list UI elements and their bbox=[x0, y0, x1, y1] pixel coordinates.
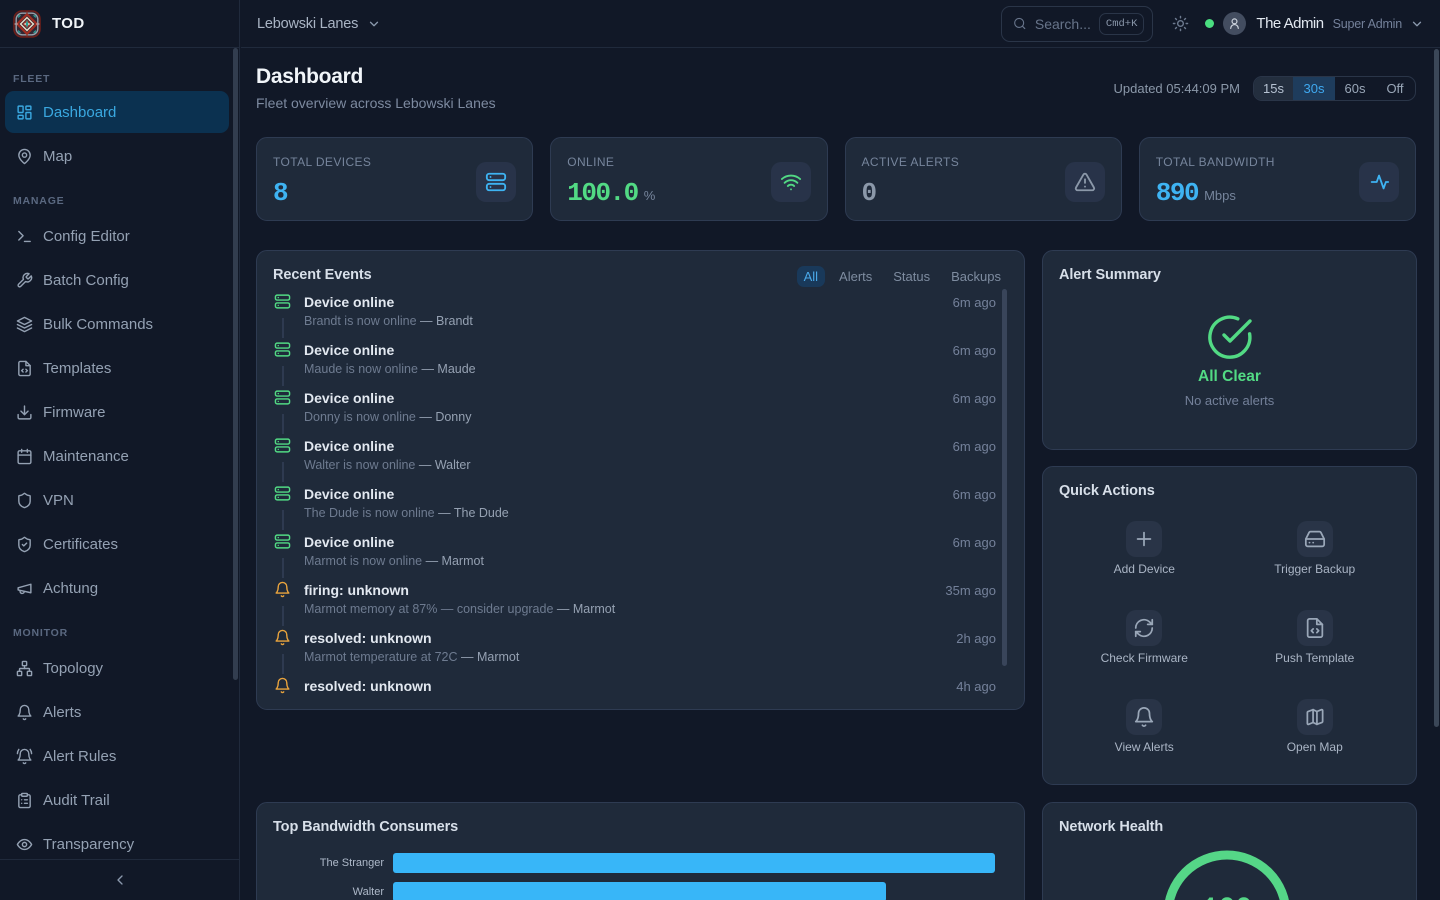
svg-text:100: 100 bbox=[1202, 894, 1252, 900]
